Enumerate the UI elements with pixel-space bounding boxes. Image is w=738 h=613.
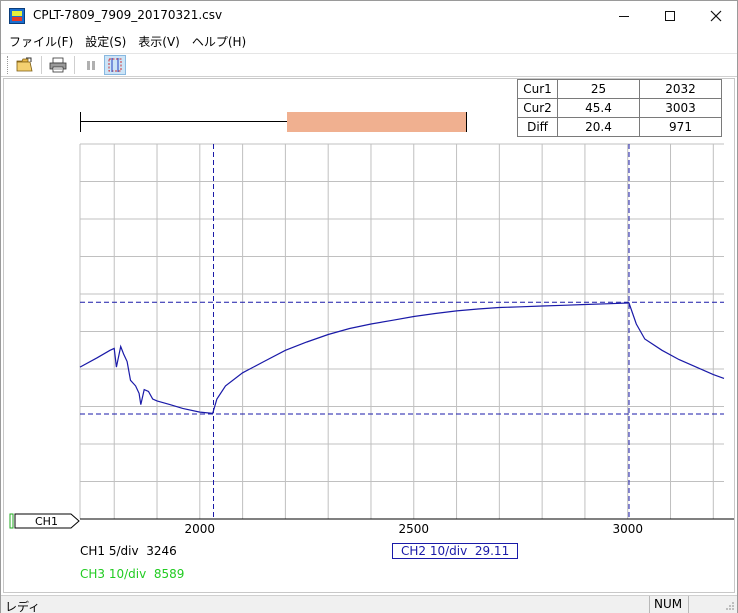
status-text: レディ: [5, 600, 41, 613]
num-lock-indicator: NUM: [649, 596, 689, 613]
status-bar: レディ NUM: [1, 595, 737, 613]
ch2-readout[interactable]: CH2 10/div 29.11: [392, 543, 519, 559]
x-tick-label: 2000: [185, 522, 216, 536]
ch3-readout: CH3 10/div 8589: [80, 567, 185, 581]
ch1-readout: CH1 5/div 3246: [80, 544, 177, 558]
ch1-tag-label: CH1: [35, 515, 58, 528]
x-tick-label: 3000: [612, 522, 643, 536]
resize-grip-icon[interactable]: [725, 601, 735, 611]
ch1-tag[interactable]: CH1: [9, 513, 81, 529]
x-tick-label: 2500: [398, 522, 429, 536]
app-window: CPLT-7809_7909_20170321.csv ファイル(F) 設定(S…: [0, 0, 738, 613]
waveform-chart[interactable]: 2000 2500 3000: [1, 1, 738, 541]
